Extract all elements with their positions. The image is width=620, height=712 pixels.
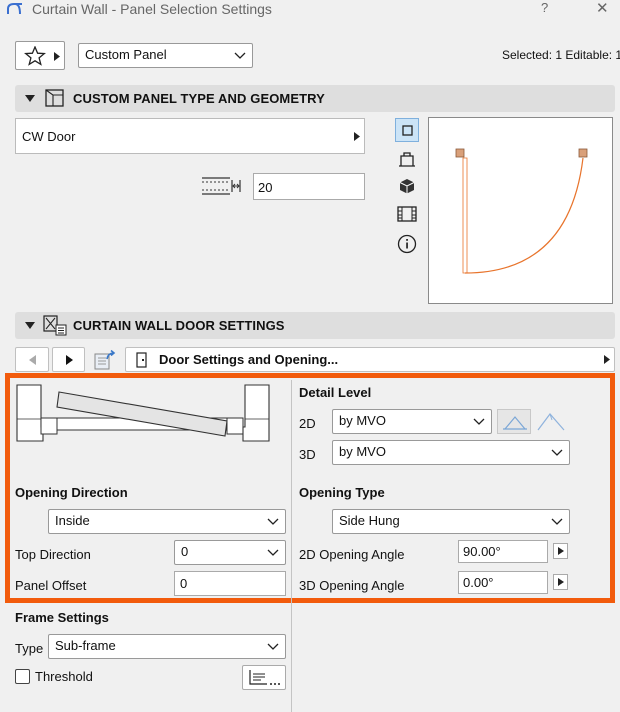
panel-offset-value: 0 <box>180 576 188 591</box>
opening-type-value: Side Hung <box>339 513 400 528</box>
thickness-input[interactable]: 20 <box>253 173 365 200</box>
panel-type-section-header[interactable]: CUSTOM PANEL TYPE AND GEOMETRY <box>15 85 615 112</box>
frame-settings-heading: Frame Settings <box>15 610 109 625</box>
angle-2d-input[interactable]: 90.00° <box>458 540 548 563</box>
caret-left-icon <box>29 355 36 365</box>
door-page-icon <box>136 352 147 368</box>
frame-type-select[interactable]: Sub-frame <box>48 634 286 659</box>
threshold-settings-button[interactable] <box>242 665 286 690</box>
chevron-down-icon <box>267 549 279 556</box>
angle-3d-input[interactable]: 0.00° <box>458 571 548 594</box>
next-page-button[interactable] <box>52 347 85 372</box>
list-view-icon[interactable] <box>397 205 417 223</box>
page-export-icon[interactable] <box>93 349 117 371</box>
preview-floor-plan-button[interactable] <box>395 118 419 142</box>
angle-2d-label: 2D Opening Angle <box>299 547 405 562</box>
panel-offset-input[interactable]: 0 <box>174 571 286 596</box>
caret-right-icon <box>54 52 60 61</box>
prev-page-button[interactable] <box>15 347 49 372</box>
door-settings-section-title: CURTAIN WALL DOOR SETTINGS <box>73 318 285 333</box>
thickness-icon <box>202 177 241 195</box>
detail-3d-label: 3D <box>299 447 316 462</box>
caret-right-icon <box>604 355 610 364</box>
door-settings-icon <box>43 315 67 336</box>
door-settings-section-header[interactable]: CURTAIN WALL DOOR SETTINGS <box>15 312 615 339</box>
info-icon[interactable] <box>397 234 417 254</box>
threshold-label: Threshold <box>35 669 93 684</box>
panel-select[interactable]: Custom Panel <box>78 43 253 68</box>
angle-2d-value: 90.00° <box>463 544 501 559</box>
panel-preview <box>428 117 613 304</box>
caret-right-icon <box>558 578 564 586</box>
panel-type-section-title: CUSTOM PANEL TYPE AND GEOMETRY <box>73 91 325 106</box>
panel-offset-label: Panel Offset <box>15 578 87 593</box>
angle-3d-label: 3D Opening Angle <box>299 578 405 593</box>
detail-level-heading: Detail Level <box>299 385 372 400</box>
app-icon <box>7 3 22 15</box>
help-button[interactable]: ? <box>541 0 548 15</box>
chevron-down-icon <box>267 643 279 650</box>
symbol-swing-button[interactable] <box>497 409 531 434</box>
top-direction-value: 0 <box>181 544 189 559</box>
caret-right-icon <box>354 132 360 141</box>
opening-type-heading: Opening Type <box>299 485 385 500</box>
star-icon <box>24 46 46 66</box>
chevron-down-icon <box>267 518 279 525</box>
page-selector[interactable]: Door Settings and Opening... <box>125 347 615 372</box>
column-divider <box>291 380 292 712</box>
thickness-value: 20 <box>258 180 273 195</box>
collapse-triangle-icon <box>25 95 35 102</box>
detail-3d-select[interactable]: by MVO <box>332 440 570 465</box>
threshold-settings-icon <box>249 670 280 685</box>
window-title: Curtain Wall - Panel Selection Settings <box>32 1 272 17</box>
chevron-down-icon <box>234 52 246 59</box>
chevron-down-icon <box>551 518 563 525</box>
collapse-triangle-icon <box>25 322 35 329</box>
opening-direction-select[interactable]: Inside <box>48 509 286 534</box>
frame-type-label: Type <box>15 641 44 656</box>
door-swing-symbol-icon[interactable] <box>536 410 566 432</box>
detail-2d-value: by MVO <box>339 413 386 428</box>
chevron-down-icon <box>473 418 485 425</box>
favorites-button[interactable] <box>15 41 65 70</box>
door-symbol-icon <box>503 416 527 430</box>
object-name: CW Door <box>22 129 76 144</box>
angle-3d-stepper[interactable] <box>553 574 568 590</box>
square-icon <box>402 125 413 136</box>
object-selector[interactable]: CW Door <box>15 118 365 154</box>
detail-2d-label: 2D <box>299 416 316 431</box>
page-title: Door Settings and Opening... <box>159 352 339 367</box>
chevron-down-icon <box>551 449 563 456</box>
close-button[interactable]: ✕ <box>596 0 609 17</box>
threshold-checkbox[interactable] <box>15 669 30 684</box>
detail-2d-select[interactable]: by MVO <box>332 409 492 434</box>
section-view-icon[interactable] <box>398 150 416 168</box>
panel-select-value: Custom Panel <box>85 47 167 62</box>
3d-view-icon[interactable] <box>398 177 416 195</box>
opening-direction-heading: Opening Direction <box>15 485 128 500</box>
selection-info: Selected: 1 Editable: 1 <box>502 48 620 62</box>
opening-direction-value: Inside <box>55 513 90 528</box>
angle-3d-value: 0.00° <box>463 575 494 590</box>
opening-type-select[interactable]: Side Hung <box>332 509 570 534</box>
top-direction-label: Top Direction <box>15 547 91 562</box>
frame-type-value: Sub-frame <box>55 638 116 653</box>
angle-2d-stepper[interactable] <box>553 543 568 559</box>
detail-3d-value: by MVO <box>339 444 386 459</box>
panel-geometry-icon <box>45 89 64 107</box>
top-direction-select[interactable]: 0 <box>174 540 286 565</box>
door-swing-preview <box>455 148 588 274</box>
title-bar: Curtain Wall - Panel Selection Settings … <box>0 0 620 20</box>
caret-right-icon <box>66 355 73 365</box>
door-opening-diagram <box>16 384 270 442</box>
caret-right-icon <box>558 547 564 555</box>
